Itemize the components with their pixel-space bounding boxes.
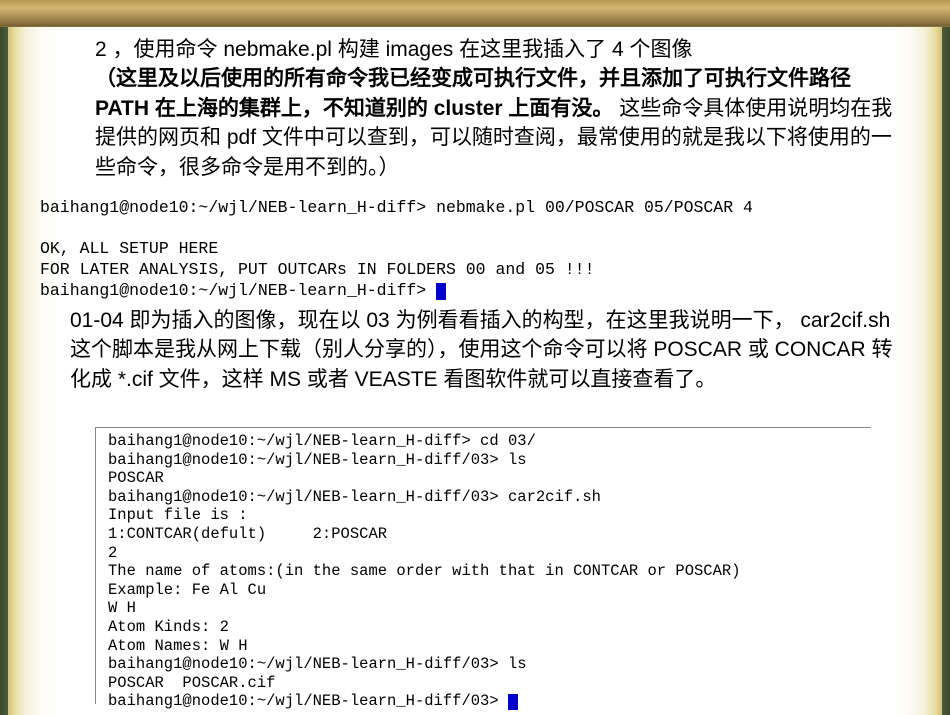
term1-l4: FOR LATER ANALYSIS, PUT OUTCARs IN FOLDE…: [40, 260, 595, 279]
term1-l3: OK, ALL SETUP HERE: [40, 239, 218, 258]
terminal-block-1: baihang1@node10:~/wjl/NEB-learn_H-diff> …: [40, 198, 910, 301]
term2-l10: W H: [108, 599, 136, 617]
term2-l9: Example: Fe Al Cu: [108, 581, 266, 599]
term2-l3: POSCAR: [108, 469, 164, 487]
decorative-top-band: [0, 0, 950, 27]
terminal-block-2-frame: baihang1@node10:~/wjl/NEB-learn_H-diff> …: [95, 427, 871, 704]
terminal-block-2: baihang1@node10:~/wjl/NEB-learn_H-diff> …: [96, 428, 871, 715]
term2-l8: The name of atoms:(in the same order wit…: [108, 562, 741, 580]
term2-l14: POSCAR POSCAR.cif: [108, 674, 275, 692]
para1-line1: 2 ，使用命令 nebmake.pl 构建 images 在这里我插入了 4 个…: [95, 38, 692, 61]
cursor-icon: [436, 283, 446, 300]
cursor-icon: [508, 694, 518, 710]
term2-l4: baihang1@node10:~/wjl/NEB-learn_H-diff/0…: [108, 488, 601, 506]
term2-l6: 1:CONTCAR(defult) 2:POSCAR: [108, 525, 387, 543]
term2-l7: 2: [108, 544, 117, 562]
slide-content: 2 ，使用命令 nebmake.pl 构建 images 在这里我插入了 4 个…: [70, 35, 900, 182]
paragraph-2: 01-04 即为插入的图像，现在以 03 为例看看插入的构型，在这里我说明一下，…: [70, 306, 900, 394]
term2-l5: Input file is :: [108, 506, 248, 524]
term2-l12: Atom Names: W H: [108, 637, 248, 655]
paragraph-1: 2 ，使用命令 nebmake.pl 构建 images 在这里我插入了 4 个…: [95, 35, 900, 182]
term2-l15: baihang1@node10:~/wjl/NEB-learn_H-diff/0…: [108, 692, 508, 710]
term1-l1: baihang1@node10:~/wjl/NEB-learn_H-diff> …: [40, 198, 753, 217]
term2-l13: baihang1@node10:~/wjl/NEB-learn_H-diff/0…: [108, 655, 527, 673]
term2-l11: Atom Kinds: 2: [108, 618, 229, 636]
term1-l5: baihang1@node10:~/wjl/NEB-learn_H-diff>: [40, 281, 436, 300]
term2-l2: baihang1@node10:~/wjl/NEB-learn_H-diff/0…: [108, 451, 527, 469]
term2-l1: baihang1@node10:~/wjl/NEB-learn_H-diff> …: [108, 432, 536, 450]
